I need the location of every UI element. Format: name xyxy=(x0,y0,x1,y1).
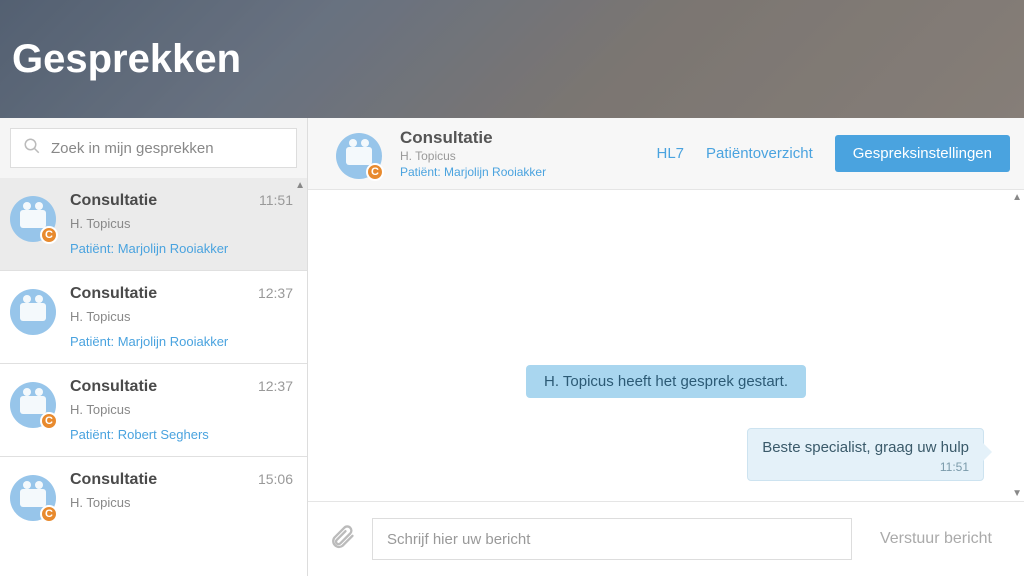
conversation-time: 12:37 xyxy=(258,378,293,394)
chat-header: C Consultatie H. Topicus Patiënt: Marjol… xyxy=(308,118,1024,190)
conversation-body: Consultatie 12:37 H. Topicus Patiënt: Ma… xyxy=(70,285,293,349)
scroll-up-icon: ▲ xyxy=(295,180,305,191)
chat-messages[interactable]: ▲ H. Topicus heeft het gesprek gestart. … xyxy=(308,190,1024,501)
avatar: C xyxy=(10,196,56,242)
search-icon xyxy=(23,137,41,160)
message-time: 11:51 xyxy=(762,460,969,474)
conversation-item[interactable]: Consultatie 12:37 H. Topicus Patiënt: Ma… xyxy=(0,271,307,364)
paperclip-icon[interactable] xyxy=(328,523,356,556)
send-button[interactable]: Verstuur bericht xyxy=(868,522,1004,556)
scroll-down-icon: ▼ xyxy=(1012,488,1022,499)
conversation-item[interactable]: C Consultatie 15:06 H. Topicus xyxy=(0,457,307,535)
badge-c-icon: C xyxy=(40,412,58,430)
conversation-subtitle: H. Topicus xyxy=(70,216,293,231)
conversation-item[interactable]: C Consultatie 11:51 H. Topicus Patiënt: … xyxy=(0,178,307,271)
sidebar: ▲ C Consultatie 11:51 H. Topicus Patiënt… xyxy=(0,118,308,576)
conversation-body: Consultatie 12:37 H. Topicus Patiënt: Ro… xyxy=(70,378,293,442)
conversation-title: Consultatie xyxy=(70,285,157,303)
search-box[interactable] xyxy=(10,128,297,168)
message-text: Beste specialist, graag uw hulp xyxy=(762,439,969,456)
conversation-patient: Patiënt: Robert Seghers xyxy=(70,427,293,442)
avatar: C xyxy=(336,133,382,179)
chat-header-info: Consultatie H. Topicus Patiënt: Marjolij… xyxy=(400,128,656,179)
badge-c-icon: C xyxy=(40,505,58,523)
conversation-title: Consultatie xyxy=(70,378,157,396)
search-input[interactable] xyxy=(51,140,284,157)
conversation-list[interactable]: ▲ C Consultatie 11:51 H. Topicus Patiënt… xyxy=(0,178,307,576)
conversation-patient: Patiënt: Marjolijn Rooiakker xyxy=(70,241,293,256)
chat-pane: C Consultatie H. Topicus Patiënt: Marjol… xyxy=(308,118,1024,576)
chat-title: Consultatie xyxy=(400,128,656,148)
badge-c-icon: C xyxy=(366,163,384,181)
avatar: C xyxy=(10,382,56,428)
conversation-subtitle: H. Topicus xyxy=(70,495,293,510)
conversation-body: Consultatie 11:51 H. Topicus Patiënt: Ma… xyxy=(70,192,293,256)
conversation-subtitle: H. Topicus xyxy=(70,309,293,324)
message-input[interactable] xyxy=(372,518,852,560)
avatar: C xyxy=(10,475,56,521)
conversation-time: 12:37 xyxy=(258,285,293,301)
main-area: ▲ C Consultatie 11:51 H. Topicus Patiënt… xyxy=(0,118,1024,576)
system-message: H. Topicus heeft het gesprek gestart. xyxy=(526,365,806,398)
header-banner: Gesprekken xyxy=(0,0,1024,118)
conversation-time: 11:51 xyxy=(259,192,293,208)
patient-overview-link[interactable]: Patiëntoverzicht xyxy=(706,145,813,162)
conversation-patient: Patiënt: Marjolijn Rooiakker xyxy=(70,334,293,349)
conversation-body: Consultatie 15:06 H. Topicus xyxy=(70,471,293,521)
avatar xyxy=(10,289,56,335)
chat-patient: Patiënt: Marjolijn Rooiakker xyxy=(400,165,656,179)
scroll-up-icon: ▲ xyxy=(1012,192,1022,203)
search-wrap xyxy=(0,118,307,178)
chat-subtitle: H. Topicus xyxy=(400,149,656,163)
conversation-title: Consultatie xyxy=(70,192,157,210)
conversation-item[interactable]: C Consultatie 12:37 H. Topicus Patiënt: … xyxy=(0,364,307,457)
chat-header-actions: HL7 Patiëntoverzicht Gespreksinstellinge… xyxy=(656,135,1010,172)
conversation-title: Consultatie xyxy=(70,471,157,489)
badge-c-icon: C xyxy=(40,226,58,244)
page-title: Gesprekken xyxy=(12,37,241,82)
chat-compose: Verstuur bericht xyxy=(308,501,1024,576)
conversation-time: 15:06 xyxy=(258,471,293,487)
hl7-link[interactable]: HL7 xyxy=(656,145,684,162)
conversation-subtitle: H. Topicus xyxy=(70,402,293,417)
conversation-settings-button[interactable]: Gespreksinstellingen xyxy=(835,135,1010,172)
user-message: Beste specialist, graag uw hulp 11:51 xyxy=(747,428,984,481)
